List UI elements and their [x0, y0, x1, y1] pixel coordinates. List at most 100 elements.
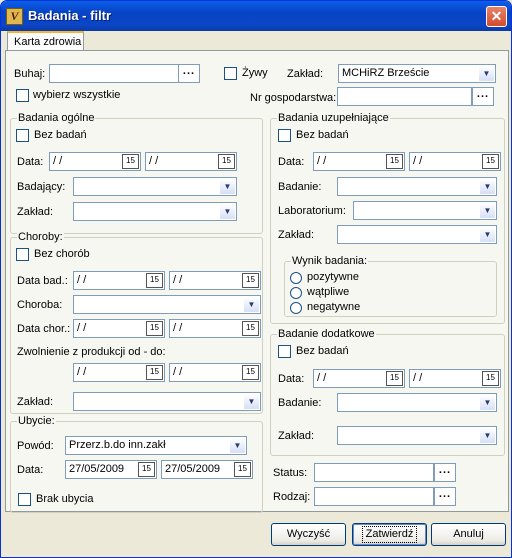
chevron-down-icon[interactable]: ▼ — [480, 179, 495, 194]
chevron-down-icon[interactable]: ▼ — [244, 297, 259, 312]
title-bar[interactable]: V Badania - filtr ✕ — [1, 1, 511, 31]
dialog-window: V Badania - filtr ✕ Karta zdrowia Buhaj:… — [0, 0, 512, 558]
dodatkowe-date-to[interactable]: / / 15 — [409, 369, 501, 388]
buhaj-field[interactable] — [49, 64, 179, 83]
app-logo-icon: V — [6, 8, 23, 25]
dodatkowe-date-to-value: / / — [413, 372, 423, 384]
ogolne-date-to[interactable]: / / 15 — [145, 152, 237, 171]
zwolnienie-label: Zwolnienie z produkcji od - do: — [17, 346, 166, 358]
radio-watpliwe[interactable] — [290, 287, 302, 299]
calendar-icon[interactable]: 15 — [218, 154, 235, 169]
calendar-icon[interactable]: 15 — [242, 365, 259, 380]
chevron-down-icon[interactable]: ▼ — [244, 394, 259, 409]
chevron-down-icon[interactable]: ▼ — [480, 227, 495, 242]
badajacy-select[interactable]: ▼ — [73, 177, 237, 196]
status-field[interactable] — [314, 463, 434, 482]
nr-gospodarstwa-field[interactable] — [337, 87, 472, 106]
radio-pozytywne-label: pozytywne — [307, 271, 359, 283]
chevron-down-icon[interactable]: ▼ — [479, 66, 494, 81]
badanie-dodatkowe-title: Badanie dodatkowe — [277, 328, 376, 340]
clear-button[interactable]: Wyczyść — [271, 523, 346, 546]
dodatkowe-date-from-value: / / — [317, 372, 327, 384]
calendar-icon[interactable]: 15 — [386, 154, 403, 169]
calendar-icon[interactable]: 15 — [242, 321, 259, 336]
ogolne-zaklad-select[interactable]: ▼ — [73, 202, 237, 221]
choroby-zaklad-select[interactable]: ▼ — [73, 392, 261, 411]
calendar-icon[interactable]: 15 — [386, 371, 403, 386]
chevron-down-icon[interactable]: ▼ — [230, 438, 245, 453]
dodatkowe-badanie-select[interactable]: ▼ — [337, 393, 497, 412]
calendar-icon[interactable]: 15 — [482, 371, 499, 386]
ogolne-date-from-value: / / — [53, 155, 63, 167]
data-chor-label: Data chor.: — [17, 323, 71, 335]
choroba-select[interactable]: ▼ — [73, 295, 261, 314]
ubycie-date-to[interactable]: 27/05/2009 15 — [161, 460, 253, 479]
rodzaj-field[interactable] — [314, 487, 434, 506]
laboratorium-select[interactable]: ▼ — [353, 201, 497, 220]
uzup-badanie-select[interactable]: ▼ — [337, 177, 497, 196]
uzup-badanie-label: Badanie: — [278, 181, 322, 193]
chevron-down-icon[interactable]: ▼ — [220, 204, 235, 219]
calendar-icon[interactable]: 15 — [146, 365, 163, 380]
nr-gospodarstwa-label: Nr gospodarstwa: — [250, 92, 337, 104]
calendar-icon[interactable]: 15 — [146, 273, 163, 288]
data-chor-to[interactable]: / / 15 — [169, 319, 261, 338]
ubycie-date-to-value: 27/05/2009 — [165, 463, 221, 475]
chevron-down-icon[interactable]: ▼ — [220, 179, 235, 194]
rodzaj-label: Rodzaj: — [273, 491, 311, 503]
buhaj-browse-button[interactable]: ... — [178, 64, 200, 83]
calendar-icon[interactable]: 15 — [234, 462, 251, 477]
laboratorium-label: Laboratorium: — [278, 205, 346, 217]
zaklad-top-label: Zakład: — [287, 68, 324, 80]
data-bad-to[interactable]: / / 15 — [169, 271, 261, 290]
radio-pozytywne[interactable] — [290, 272, 302, 284]
calendar-icon[interactable]: 15 — [138, 462, 155, 477]
confirm-button-label: Zatwierdź — [361, 526, 418, 543]
nr-gospodarstwa-browse-button[interactable]: ... — [472, 87, 494, 106]
badania-ogolne-group: Badania ogólne Bez badań Data: / / 15 / … — [10, 112, 263, 234]
cancel-button[interactable]: Anuluj — [431, 523, 506, 546]
zwolnienie-from[interactable]: / / 15 — [73, 363, 165, 382]
dodatkowe-zaklad-label: Zakład: — [278, 430, 315, 442]
close-icon[interactable]: ✕ — [486, 6, 507, 27]
rodzaj-browse-button[interactable]: ... — [434, 487, 456, 506]
powod-select[interactable]: Przerz.b.do inn.zakł ▼ — [65, 436, 247, 455]
ogolne-date-to-value: / / — [149, 155, 159, 167]
chevron-down-icon[interactable]: ▼ — [480, 395, 495, 410]
chevron-down-icon[interactable]: ▼ — [480, 428, 495, 443]
choroba-label: Choroba: — [17, 299, 63, 311]
status-browse-button[interactable]: ... — [434, 463, 456, 482]
tab-karta-zdrowia[interactable]: Karta zdrowia — [7, 31, 84, 51]
ogolne-date-from[interactable]: / / 15 — [49, 152, 141, 171]
uzup-date-from[interactable]: / / 15 — [313, 152, 405, 171]
tab-panel: Buhaj: ... Żywy Zakład: MCHiRZ Brzeście … — [5, 50, 509, 513]
dodatkowe-bez-badan-checkbox[interactable] — [278, 345, 291, 358]
ubycie-date-from[interactable]: 27/05/2009 15 — [65, 460, 157, 479]
bez-chorob-checkbox[interactable] — [16, 248, 29, 261]
wybierz-wszystkie-checkbox[interactable] — [16, 89, 29, 102]
uzup-date-to[interactable]: / / 15 — [409, 152, 501, 171]
uzup-zaklad-select[interactable]: ▼ — [337, 225, 497, 244]
data-bad-from[interactable]: / / 15 — [73, 271, 165, 290]
zywy-checkbox[interactable] — [224, 67, 237, 80]
choroby-zaklad-label: Zakład: — [17, 396, 54, 408]
uzup-data-label: Data: — [278, 156, 305, 168]
data-chor-from[interactable]: / / 15 — [73, 319, 165, 338]
radio-negatywne[interactable] — [290, 302, 302, 314]
calendar-icon[interactable]: 15 — [482, 154, 499, 169]
brak-ubycia-checkbox[interactable] — [18, 493, 31, 506]
zwolnienie-to[interactable]: / / 15 — [169, 363, 261, 382]
powod-label: Powód: — [17, 440, 54, 452]
calendar-icon[interactable]: 15 — [146, 321, 163, 336]
uzup-date-to-value: / / — [413, 155, 423, 167]
chevron-down-icon[interactable]: ▼ — [480, 203, 495, 218]
confirm-button[interactable]: Zatwierdź — [352, 523, 427, 546]
calendar-icon[interactable]: 15 — [242, 273, 259, 288]
zaklad-top-select[interactable]: MCHiRZ Brzeście ▼ — [338, 64, 496, 83]
dodatkowe-zaklad-select[interactable]: ▼ — [337, 426, 497, 445]
dodatkowe-date-from[interactable]: / / 15 — [313, 369, 405, 388]
ogolne-bez-badan-checkbox[interactable] — [16, 129, 29, 142]
calendar-icon[interactable]: 15 — [122, 154, 139, 169]
uzup-bez-badan-checkbox[interactable] — [278, 129, 291, 142]
ogolne-zaklad-label: Zakład: — [17, 206, 54, 218]
